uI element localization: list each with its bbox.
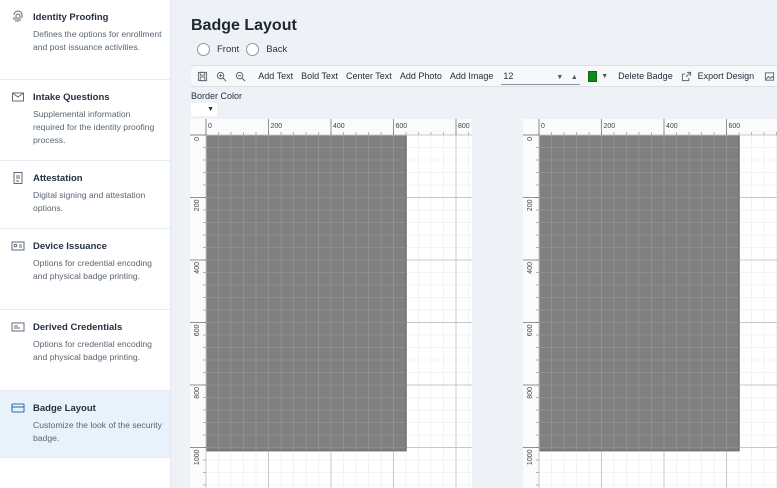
font-size-value: 12 [503,70,514,81]
y-ruler-tick-label: 600 [194,324,201,336]
y-ruler-tick-label: 200 [194,199,201,211]
badge-preview[interactable] [205,134,407,452]
badge-preview[interactable] [538,134,740,452]
x-ruler-tick-label: 400 [333,123,345,130]
color-dropdown-icon[interactable]: ▼ [601,73,608,80]
sidebar-item-description: Defines the options for enrollment and p… [33,29,162,52]
export-design-button[interactable]: Export Design [694,71,759,81]
y-ruler-tick-label: 400 [194,262,201,274]
sidebar-item-description: Supplemental information required for th… [33,109,155,145]
sidebar-item-label: Badge Layout [33,402,96,414]
image-icon[interactable] [762,67,777,85]
back-radio-label[interactable]: Back [266,44,287,55]
x-ruler-tick-label: 0 [541,123,545,130]
sidebar-item-description: Options for credential encoding and phys… [33,258,152,281]
sidebar-item-label: Derived Credentials [33,321,123,333]
back-badge-canvas[interactable]: 0 200 400 600 0 200 400 600 800 1000 [523,119,777,488]
y-ruler-tick-label: 1000 [194,449,201,465]
border-color-dropdown[interactable]: ▼ [191,103,217,116]
zoom-in-icon[interactable] [214,67,229,85]
x-ruler-tick-label: 200 [271,123,283,130]
badge-side-selector: Front Back [197,43,294,56]
mail-icon [11,90,25,104]
sidebar-item-description: Customize the look of the security badge… [33,420,162,443]
add-image-button[interactable]: Add Image [446,71,498,81]
id-card-icon [11,239,25,253]
text-color-swatch[interactable] [587,70,598,82]
chevron-up-icon[interactable]: ▲ [571,74,578,81]
sidebar-item-intake-questions[interactable]: Intake Questions Supplemental informatio… [0,80,170,161]
bold-text-button[interactable]: Bold Text [297,71,342,81]
y-ruler-tick-label: 800 [194,387,201,399]
sidebar-item-badge-layout[interactable]: Badge Layout Customize the look of the s… [0,391,170,458]
y-ruler-tick-label: 400 [527,262,534,274]
badge-layout-panel: Badge Layout Front Back Add Text Bold Te… [171,0,777,488]
y-ruler-tick-label: 800 [527,387,534,399]
sidebar-item-attestation[interactable]: Attestation Digital signing and attestat… [0,161,170,229]
y-ruler-tick-label: 600 [527,324,534,336]
x-ruler-tick-label: 0 [208,123,212,130]
center-text-button[interactable]: Center Text [342,71,396,81]
fingerprint-icon [11,10,25,24]
sidebar-item-derived-credentials[interactable]: Derived Credentials Options for credenti… [0,310,170,391]
front-badge-canvas[interactable]: 0 200 400 600 800 0 200 400 600 800 1000 [190,119,472,488]
credential-icon [11,320,25,334]
y-ruler-tick-label: 200 [527,199,534,211]
y-ruler-tick-label: 0 [527,137,534,141]
font-size-select[interactable]: 12 ▼ ▲ [501,68,580,85]
sidebar-item-label: Intake Questions [33,91,110,103]
document-sign-icon [11,171,25,185]
front-radio-label[interactable]: Front [217,44,239,55]
border-color-label: Border Color [191,91,243,101]
sidebar-item-description: Digital signing and attestation options. [33,190,146,213]
zoom-out-icon[interactable] [233,67,248,85]
x-ruler-tick-label: 600 [729,123,741,130]
sidebar-item-description: Options for credential encoding and phys… [33,339,152,362]
badge-layout-icon [11,401,25,415]
design-toolbar: Add Text Bold Text Center Text Add Photo… [191,65,777,87]
front-radio[interactable] [197,43,210,56]
x-ruler-tick-label: 400 [666,123,678,130]
chevron-down-icon: ▼ [207,106,214,113]
export-icon [679,67,694,85]
page-title: Badge Layout [191,17,297,34]
sidebar-item-label: Device Issuance [33,240,107,252]
x-ruler-tick-label: 600 [396,123,408,130]
delete-badge-button[interactable]: Delete Badge [614,71,677,81]
back-radio[interactable] [246,43,260,56]
x-ruler-tick-label: 800 [458,123,470,130]
sidebar-item-identity-proofing[interactable]: Identity Proofing Defines the options fo… [0,0,170,80]
settings-sidebar: Identity Proofing Defines the options fo… [0,0,171,488]
sidebar-item-label: Identity Proofing [33,11,109,23]
sidebar-item-label: Attestation [33,172,83,184]
chevron-down-icon[interactable]: ▼ [556,74,563,81]
save-icon[interactable] [195,67,210,85]
add-text-button[interactable]: Add Text [254,71,297,81]
y-ruler-tick-label: 1000 [527,449,534,465]
y-ruler-tick-label: 0 [194,137,201,141]
x-ruler-tick-label: 200 [604,123,616,130]
add-photo-button[interactable]: Add Photo [396,71,446,81]
sidebar-item-device-issuance[interactable]: Device Issuance Options for credential e… [0,229,170,310]
